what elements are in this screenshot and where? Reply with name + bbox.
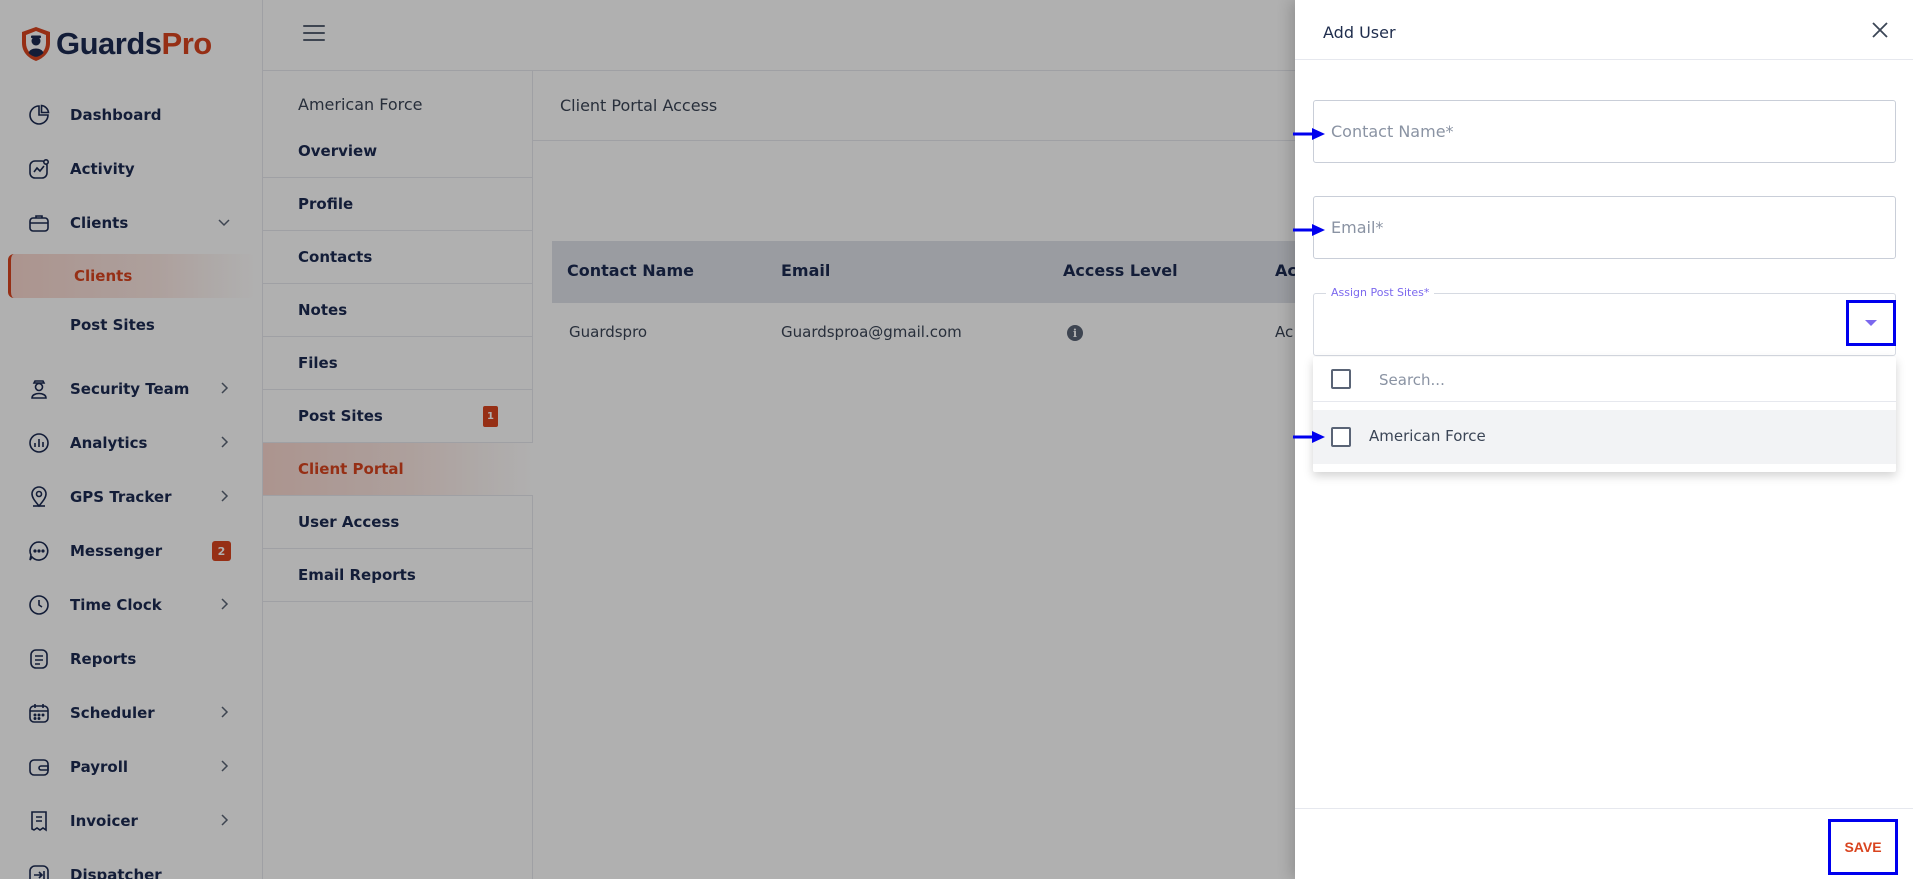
drawer-header: Add User [1295,0,1913,60]
drawer-title: Add User [1323,23,1396,42]
close-icon[interactable] [1868,18,1892,42]
dropdown-search-input[interactable] [1379,367,1859,393]
email-field [1313,196,1896,259]
assign-post-sites-select[interactable]: Assign Post Sites* [1313,286,1896,356]
modal-backdrop[interactable] [0,0,1295,879]
add-user-drawer: Add User Assign Post Sites* American For… [1295,0,1913,879]
post-sites-dropdown: American Force [1313,357,1896,472]
dropdown-option[interactable]: American Force [1313,410,1896,464]
dropdown-search-row [1313,357,1896,402]
contact-name-field [1313,100,1896,163]
caret-down-icon [1865,320,1877,326]
drawer-footer [1295,808,1913,879]
dropdown-toggle-button[interactable] [1846,300,1896,346]
select-all-checkbox[interactable] [1331,369,1351,389]
option-checkbox[interactable] [1331,427,1351,447]
contact-name-input[interactable] [1314,101,1895,162]
annotation-arrow-icon [1293,128,1325,140]
assign-post-sites-label: Assign Post Sites* [1326,286,1435,299]
annotation-arrow-icon [1293,224,1325,236]
option-label: American Force [1369,427,1486,445]
save-button[interactable]: SAVE [1828,819,1898,875]
annotation-arrow-icon [1293,431,1325,443]
email-input[interactable] [1314,197,1895,258]
